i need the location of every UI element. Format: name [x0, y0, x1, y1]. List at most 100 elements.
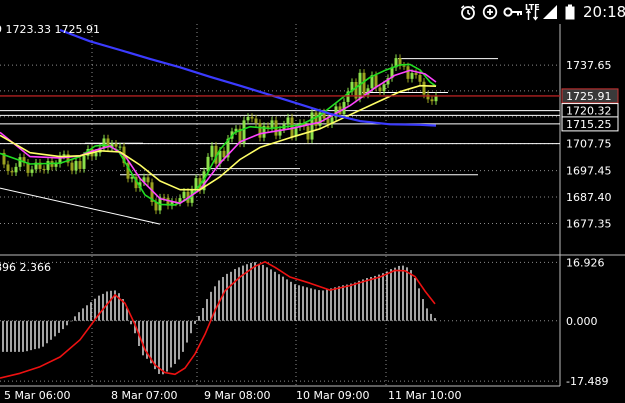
histogram-bar: [38, 320, 40, 349]
histogram-bar: [6, 320, 8, 352]
candle-body: [6, 164, 10, 172]
candle-body: [78, 161, 82, 169]
time-tick-label: 10 Mar 09:00: [296, 389, 369, 402]
price-tick-label: 1677.35: [566, 217, 612, 230]
candle-body: [114, 143, 118, 147]
histogram-bar: [90, 302, 92, 321]
candle-body: [310, 112, 314, 140]
histogram-bar: [94, 298, 96, 321]
histogram-bar: [58, 320, 60, 333]
histogram-bar: [326, 289, 328, 321]
moving-average-lines: [0, 28, 437, 206]
candle-body: [290, 117, 294, 137]
time-tick-label: 5 Mar 06:00: [4, 389, 70, 402]
price-grid: [0, 24, 561, 386]
histogram-bar: [142, 320, 144, 356]
histogram-bar: [318, 290, 320, 321]
candle-body: [118, 146, 122, 148]
histogram-bar: [62, 320, 64, 330]
candle-body: [326, 118, 330, 125]
histogram-bar: [14, 320, 16, 352]
histogram-bar: [346, 284, 348, 321]
price-tick-label: 1707.75: [566, 138, 612, 151]
candle-body: [18, 157, 22, 167]
candle-body: [406, 66, 410, 79]
histogram-bar: [278, 274, 280, 321]
ma_slow-line: [0, 84, 437, 191]
histogram-bar: [410, 270, 412, 321]
histogram-bar: [290, 281, 292, 321]
histogram-bar: [78, 312, 80, 321]
histogram-bar: [46, 320, 48, 344]
histogram-bar: [262, 264, 264, 321]
histogram-bar: [330, 288, 332, 321]
histogram-bar: [178, 320, 180, 360]
histogram-bar: [314, 289, 316, 321]
candle-body: [182, 191, 186, 199]
histogram-bar: [406, 267, 408, 321]
time-tick-label: 9 Mar 08:00: [204, 389, 270, 402]
histogram-bar: [198, 315, 200, 321]
oscillator-signal: [0, 260, 436, 379]
histogram-bar: [378, 274, 380, 321]
histogram-bar: [66, 320, 68, 326]
histogram-bar: [250, 262, 252, 321]
histogram-bar: [322, 290, 324, 321]
histogram-bar: [418, 288, 420, 321]
candle-body: [62, 154, 66, 156]
candles: [2, 54, 438, 215]
histogram-bar: [342, 285, 344, 321]
candle-body: [42, 168, 46, 170]
candle-body: [418, 74, 422, 82]
histogram-bar: [2, 320, 4, 352]
histogram-bar: [358, 280, 360, 321]
histogram-bar: [74, 316, 76, 321]
candle-body: [222, 150, 226, 158]
trading-chart[interactable]: 1737.651717.951707.751697.451687.401677.…: [0, 0, 625, 403]
histogram-bar: [34, 320, 36, 350]
candle-body: [210, 145, 214, 157]
histogram-bar: [190, 320, 192, 334]
price-tick-label: 1737.65: [566, 59, 612, 72]
histogram-bar: [234, 269, 236, 321]
level-price-text: 1715.25: [566, 118, 612, 131]
histogram-bar: [386, 271, 388, 321]
histogram-bar: [398, 265, 400, 321]
histogram-bar: [54, 320, 56, 337]
histogram-bar: [294, 284, 296, 321]
candle-body: [94, 152, 98, 157]
histogram-bar: [30, 320, 32, 351]
candle-body: [378, 87, 382, 92]
histogram-bar: [18, 320, 20, 352]
histogram-bar: [362, 279, 364, 321]
candle-body: [14, 166, 18, 173]
candle-body: [82, 155, 86, 169]
price-tick-label: 1687.40: [566, 191, 612, 204]
ma_long-line: [59, 28, 437, 127]
histogram-bar: [422, 299, 424, 321]
candle-body: [254, 118, 258, 123]
histogram-bar: [226, 273, 228, 321]
histogram-bar: [374, 275, 376, 321]
histogram-bar: [350, 283, 352, 321]
histogram-bar: [210, 291, 212, 321]
time-tick-label: 11 Mar 10:00: [388, 389, 461, 402]
price-header: 9 1723.33 1725.91: [0, 23, 100, 36]
histogram-bar: [102, 293, 104, 321]
candle-body: [162, 197, 166, 199]
histogram-bar: [42, 320, 44, 347]
candle-body: [270, 120, 274, 128]
signal-line: [0, 260, 436, 379]
candle-body: [130, 177, 134, 179]
candle-body: [422, 81, 426, 95]
histogram-bar: [214, 286, 216, 321]
histogram-bar: [26, 320, 28, 352]
level-price-text: 1720.32: [566, 105, 612, 118]
histogram-bar: [282, 276, 284, 321]
histogram-bar: [426, 308, 428, 321]
candle-body: [30, 169, 34, 173]
histogram-bar: [70, 320, 72, 322]
candle-body: [258, 122, 262, 138]
histogram-bar: [306, 287, 308, 321]
candle-body: [382, 84, 386, 92]
